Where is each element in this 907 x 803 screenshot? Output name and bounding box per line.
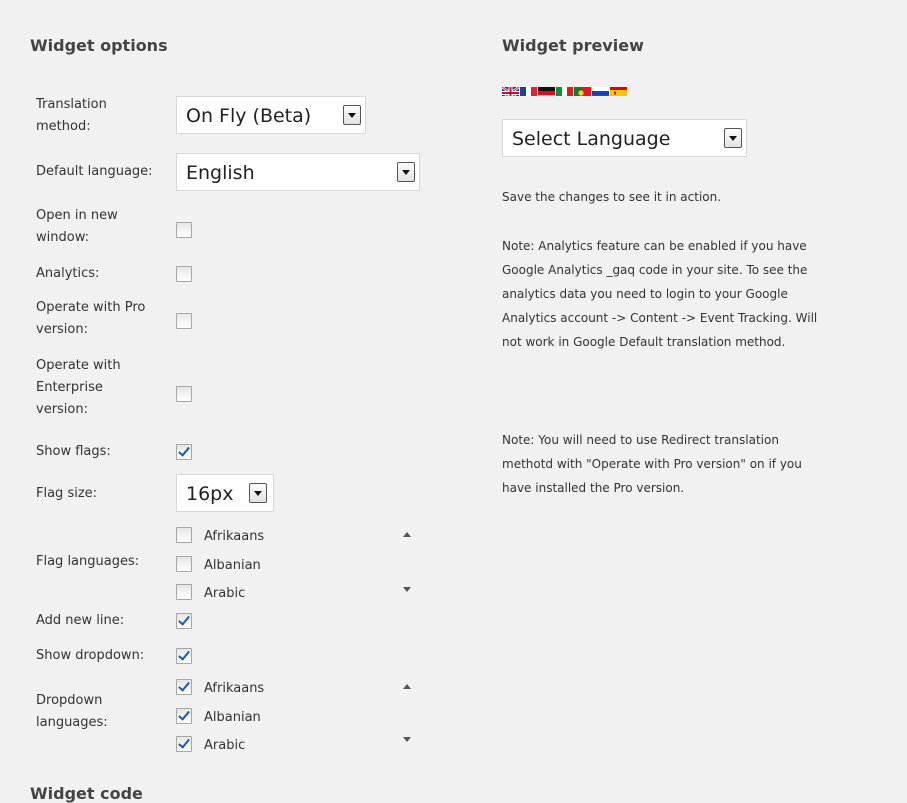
scroll-up-icon[interactable] [403, 532, 411, 537]
translation-method-select[interactable]: On Fly (Beta) [176, 96, 366, 134]
italy-flag-icon[interactable] [556, 84, 573, 96]
add-new-line-checkbox[interactable] [176, 613, 192, 629]
open-new-window-checkbox[interactable] [176, 222, 192, 238]
show-flags-label: Show flags: [36, 444, 111, 459]
dropdown-language-checkbox[interactable] [176, 736, 192, 752]
operate-pro-label: Operate with Pro version: [36, 300, 146, 337]
select-language-value: Select Language [512, 128, 671, 150]
scroll-up-icon[interactable] [403, 684, 411, 689]
open-new-window-label: Open in new window: [36, 208, 118, 245]
scroll-down-icon[interactable] [403, 587, 411, 592]
operate-pro-checkbox[interactable] [176, 313, 192, 329]
show-dropdown-checkbox[interactable] [176, 648, 192, 664]
default-language-select[interactable]: English [176, 153, 420, 191]
flag-size-value: 16px [186, 483, 234, 505]
scroll-down-icon[interactable] [403, 737, 411, 742]
chevron-down-icon[interactable] [724, 128, 742, 148]
redirect-note: Note: You will need to use Redirect tran… [502, 433, 802, 495]
flag-size-select[interactable]: 16px [176, 474, 274, 512]
widget-options-heading: Widget options [30, 36, 168, 55]
translation-method-value: On Fly (Beta) [186, 105, 312, 127]
dropdown-languages-label: Dropdown languages: [36, 693, 108, 730]
select-language-dropdown[interactable]: Select Language [502, 119, 747, 157]
france-flag-icon[interactable] [520, 84, 537, 96]
chevron-down-icon[interactable] [397, 162, 415, 182]
flag-row [502, 84, 628, 98]
analytics-label: Analytics: [36, 266, 100, 281]
list-item-label: Arabic [204, 738, 246, 753]
operate-enterprise-label: Operate with Enterprise version: [36, 358, 121, 417]
spain-flag-icon[interactable] [610, 84, 627, 96]
flag-languages-label: Flag languages: [36, 554, 140, 569]
flag-language-checkbox[interactable] [176, 527, 192, 543]
translation-method-label: Translation method: [36, 97, 107, 134]
list-item-label: Albanian [204, 710, 261, 725]
save-note: Save the changes to see it in action. [502, 190, 722, 204]
list-item-label: Arabic [204, 586, 246, 601]
add-new-line-label: Add new line: [36, 613, 125, 628]
dropdown-language-checkbox[interactable] [176, 679, 192, 695]
analytics-note: Note: Analytics feature can be enabled i… [502, 239, 818, 349]
flag-language-checkbox[interactable] [176, 584, 192, 600]
list-item-label: Afrikaans [204, 529, 265, 544]
flag-size-label: Flag size: [36, 486, 98, 501]
list-item-label: Afrikaans [204, 681, 265, 696]
widget-preview-heading: Widget preview [502, 36, 644, 55]
germany-flag-icon[interactable] [538, 84, 555, 96]
dropdown-language-checkbox[interactable] [176, 708, 192, 724]
chevron-down-icon[interactable] [249, 483, 267, 503]
show-flags-checkbox[interactable] [176, 444, 192, 460]
russia-flag-icon[interactable] [592, 84, 609, 96]
operate-enterprise-checkbox[interactable] [176, 386, 192, 402]
chevron-down-icon[interactable] [343, 105, 361, 125]
default-language-value: English [186, 162, 255, 184]
portugal-flag-icon[interactable] [574, 84, 591, 96]
default-language-label: Default language: [36, 164, 153, 179]
show-dropdown-label: Show dropdown: [36, 648, 145, 663]
widget-code-heading: Widget code [30, 784, 143, 803]
flag-language-checkbox[interactable] [176, 556, 192, 572]
dropdown-languages-list[interactable]: Afrikaans Albanian Arabic [176, 672, 421, 754]
flag-languages-list[interactable]: Afrikaans Albanian Arabic [176, 520, 421, 604]
uk-flag-icon[interactable] [502, 84, 519, 96]
analytics-checkbox[interactable] [176, 266, 192, 282]
list-item-label: Albanian [204, 558, 261, 573]
